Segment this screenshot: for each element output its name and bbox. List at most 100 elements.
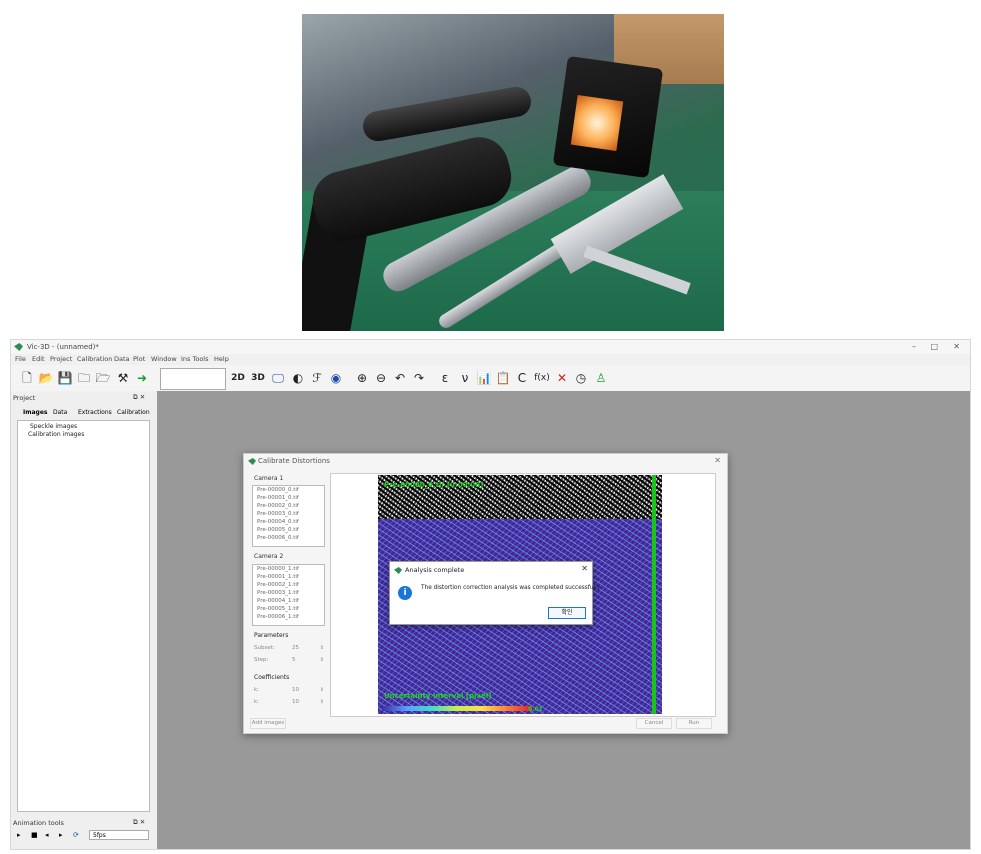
list-item[interactable]: Pre-00002_1.tif [253, 581, 324, 589]
green-edge-line [652, 475, 656, 714]
function-icon[interactable]: ℱ [309, 370, 325, 386]
step-spinner-icon[interactable]: ⇕ [320, 657, 324, 663]
messagebox-text: The distortion correction analysis was c… [421, 585, 602, 591]
k1-spinner-icon[interactable]: ⇕ [320, 687, 324, 693]
maximize-button[interactable]: □ [930, 342, 938, 351]
wand-icon[interactable]: ⚒ [115, 370, 131, 386]
fx-icon[interactable]: f(x) [534, 370, 550, 386]
menu-plot[interactable]: Plot [133, 355, 145, 363]
list-item[interactable]: Pre-00005_1.tif [253, 605, 324, 613]
list-item[interactable]: Pre-00006_1.tif [253, 613, 324, 621]
redo-icon[interactable]: ↷ [411, 370, 427, 386]
camera2-file-list[interactable]: Pre-00000_1.tif Pre-00001_1.tif Pre-0000… [252, 564, 325, 626]
ok-button[interactable]: 확인 [548, 607, 586, 619]
fps-select[interactable]: 5fps [89, 830, 149, 840]
k2-row: k: 10 ⇕ [254, 699, 324, 705]
tab-calibration[interactable]: Calibration [117, 409, 150, 416]
menu-data[interactable]: Data [114, 355, 130, 363]
add-images-button[interactable]: Add images [250, 718, 286, 729]
analysis-complete-messagebox: Analysis complete ✕ i The distortion cor… [389, 561, 601, 625]
save-icon[interactable]: 💾 [57, 370, 73, 386]
minimize-button[interactable]: – [912, 342, 916, 351]
nu-icon[interactable]: ν [457, 370, 473, 386]
project-panel: Project ⧉ ✕ Images Data Extractions Cali… [11, 391, 156, 849]
play-icon[interactable]: ▸ [17, 831, 21, 839]
open-folder-icon[interactable]: 📂 [38, 370, 54, 386]
info-icon: i [398, 586, 412, 600]
toolbar-input[interactable] [160, 368, 226, 390]
folder-icon[interactable]: 🗀 [76, 370, 92, 386]
undo-icon[interactable]: ↶ [392, 370, 408, 386]
delete-x-icon[interactable]: ✕ [554, 370, 570, 386]
step-back-icon[interactable]: ◂ [45, 831, 49, 839]
menu-help[interactable]: Help [214, 355, 229, 363]
tree-item-calibration-images[interactable]: Calibration images [28, 431, 84, 438]
colorbar-value: 0.01 [528, 706, 543, 713]
list-item[interactable]: Pre-00004_1.tif [253, 597, 324, 605]
eye-icon[interactable]: ◉ [328, 370, 344, 386]
zoom-in-icon[interactable]: ⊕ [354, 370, 370, 386]
project-panel-title: Project [13, 394, 36, 402]
close-button[interactable]: ✕ [953, 342, 960, 351]
3d-view-icon[interactable]: 3D [250, 370, 266, 386]
clock-icon[interactable]: ◷ [573, 370, 589, 386]
dialog-close-icon[interactable]: ✕ [714, 456, 721, 465]
upper-lens [360, 84, 534, 144]
menu-edit[interactable]: Edit [32, 355, 45, 363]
step-forward-icon[interactable]: ▸ [59, 831, 63, 839]
run-arrow-icon[interactable]: ➜ [134, 370, 150, 386]
list-item[interactable]: Pre-00006_0.tif [253, 534, 324, 542]
messagebox-logo-icon [394, 567, 402, 574]
list-item[interactable]: Pre-00002_0.tif [253, 502, 324, 510]
k2-field[interactable]: 10 [292, 699, 299, 705]
target-icon[interactable]: ◐ [290, 370, 306, 386]
chart-icon[interactable]: 📊 [476, 370, 492, 386]
tab-extractions[interactable]: Extractions [78, 409, 112, 416]
messagebox-close-icon[interactable]: ✕ [581, 564, 588, 573]
strain-epsilon-icon[interactable]: ε [437, 370, 453, 386]
subset-spinner-icon[interactable]: ⇕ [320, 645, 324, 651]
list-item[interactable]: Pre-00004_0.tif [253, 518, 324, 526]
menu-file[interactable]: File [15, 355, 26, 363]
list-item[interactable]: Pre-00000_1.tif [253, 565, 324, 573]
menu-project[interactable]: Project [50, 355, 72, 363]
camera1-label: Camera 1 [254, 475, 284, 482]
tree-item-speckle-images[interactable]: Speckle images [30, 423, 77, 430]
menu-window[interactable]: Window [151, 355, 177, 363]
zoom-out-icon[interactable]: ⊖ [373, 370, 389, 386]
menu-ins-tools[interactable]: Ins Tools [181, 355, 209, 363]
folder-open-icon[interactable]: 🗁 [95, 370, 111, 386]
cancel-button[interactable]: Cancel [636, 718, 672, 729]
subset-field[interactable]: 25 [292, 645, 299, 651]
tab-images[interactable]: Images [23, 409, 47, 416]
run-button[interactable]: Run [676, 718, 712, 729]
menu-bar: File Edit Project Calibration Data Plot … [11, 354, 970, 365]
k2-spinner-icon[interactable]: ⇕ [320, 699, 324, 705]
stop-icon[interactable]: ■ [31, 831, 38, 839]
person-icon[interactable]: ♙ [593, 370, 609, 386]
clipboard-icon[interactable]: 📋 [495, 370, 511, 386]
new-file-icon[interactable]: 🗋 [19, 370, 35, 386]
list-item[interactable]: Pre-00005_0.tif [253, 526, 324, 534]
step-row: Step: 5 ⇕ [254, 657, 324, 663]
list-item[interactable]: Pre-00003_1.tif [253, 589, 324, 597]
panel-float-icon[interactable]: ⧉ ✕ [133, 393, 145, 404]
step-field[interactable]: 5 [292, 657, 296, 663]
tab-data[interactable]: Data [53, 409, 67, 416]
dialog-title: Calibrate Distortions [258, 457, 330, 465]
list-item[interactable]: Pre-00000_0.tif [253, 486, 324, 494]
c-icon[interactable]: C [514, 370, 530, 386]
list-item[interactable]: Pre-00001_1.tif [253, 573, 324, 581]
2d-view-icon[interactable]: 2D [230, 370, 246, 386]
loop-icon[interactable]: ⟳ [73, 831, 79, 839]
list-item[interactable]: Pre-00001_0.tif [253, 494, 324, 502]
monitor-icon[interactable]: 🖵 [270, 370, 286, 386]
messagebox-title: Analysis complete [405, 566, 465, 574]
project-tree: Speckle images Calibration images [17, 420, 150, 812]
list-item[interactable]: Pre-00003_0.tif [253, 510, 324, 518]
menu-calibration[interactable]: Calibration [77, 355, 112, 363]
subset-label: Subset: [254, 645, 275, 651]
camera1-file-list[interactable]: Pre-00000_0.tif Pre-00001_0.tif Pre-0000… [252, 485, 325, 547]
animation-panel-float-icon[interactable]: ⧉ ✕ [133, 818, 145, 829]
k1-field[interactable]: 10 [292, 687, 299, 693]
